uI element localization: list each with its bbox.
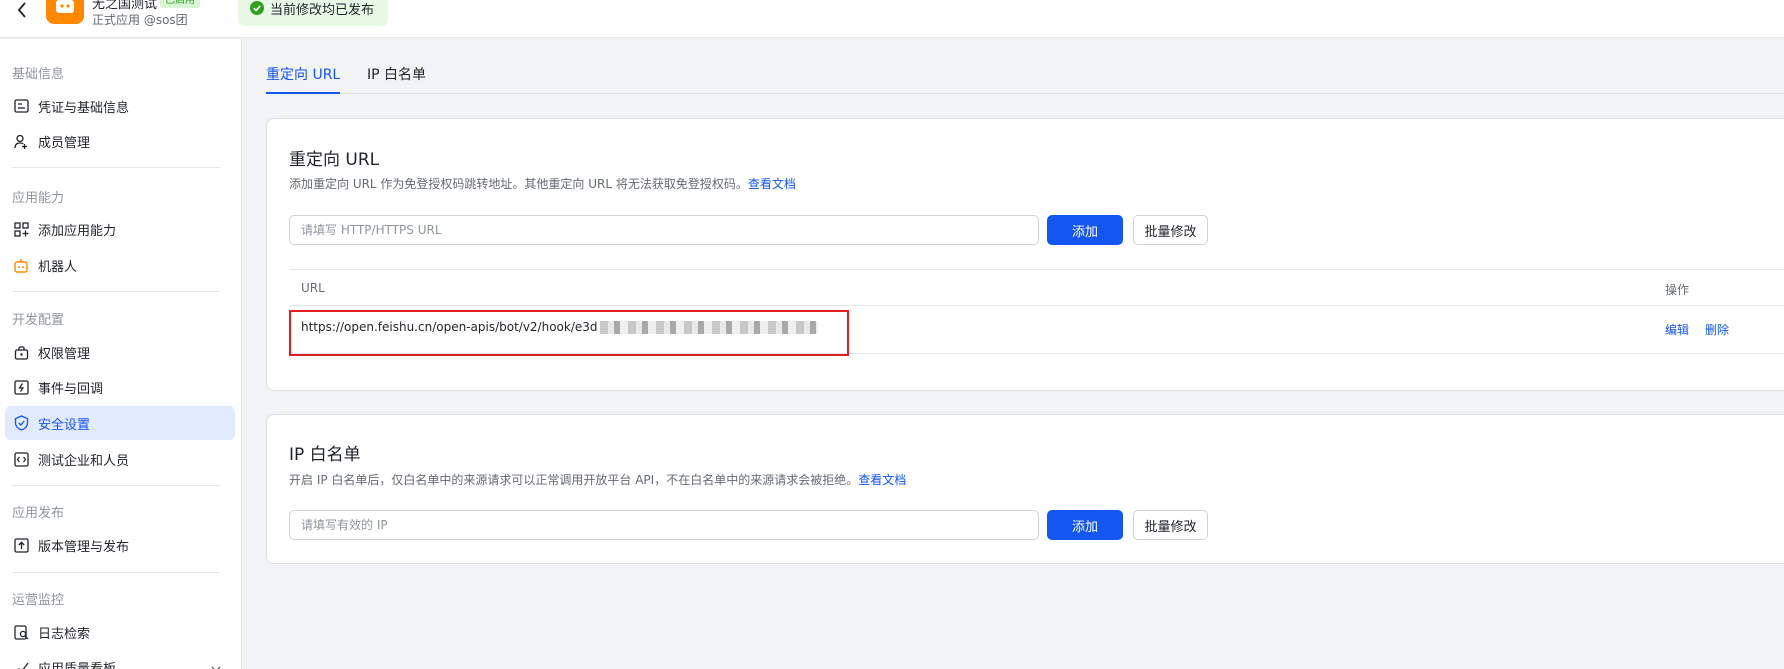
- event-icon: [13, 379, 29, 395]
- sidebar-group-dev-config: 开发配置: [12, 313, 65, 328]
- sidebar-item-log-search[interactable]: 日志检索: [5, 615, 235, 649]
- tab-bar: 重定向 URL IP 白名单: [266, 56, 1784, 94]
- sidebar-item-quality-board[interactable]: 应用质量看板: [5, 650, 235, 669]
- delete-url-link[interactable]: 删除: [1705, 321, 1729, 338]
- sidebar-item-label: 成员管理: [38, 135, 91, 151]
- app-status-badge: 已启用: [160, 0, 200, 8]
- sidebar-divider: [12, 167, 220, 168]
- sidebar-item-label: 应用质量看板: [38, 661, 117, 669]
- ip-input[interactable]: [289, 510, 1039, 540]
- edit-url-link[interactable]: 编辑: [1665, 321, 1689, 338]
- sidebar-item-permissions[interactable]: 权限管理: [5, 335, 235, 369]
- sidebar-item-label: 测试企业和人员: [38, 453, 130, 469]
- redacted-url-segment: [599, 320, 818, 334]
- url-text: https://open.feishu.cn/open-apis/bot/v2/…: [301, 320, 598, 334]
- credential-icon: [13, 98, 29, 114]
- code-icon: [13, 451, 29, 467]
- grid-add-icon: [13, 221, 29, 237]
- publish-status-banner: 当前修改均已发布: [238, 0, 389, 26]
- sidebar-divider: [12, 485, 220, 486]
- top-bar: 无之国测试 已启用 正式应用 @sos团 当前修改均已发布: [0, 0, 1784, 38]
- sidebar-divider: [12, 291, 220, 292]
- shield-icon: [13, 415, 29, 431]
- url-table-header: URL 操作: [289, 269, 1784, 306]
- sidebar-item-label: 机器人: [38, 259, 78, 275]
- sidebar-divider: [12, 572, 220, 573]
- upload-icon: [13, 537, 29, 553]
- redirect-url-input[interactable]: [289, 215, 1039, 245]
- log-search-icon: [13, 624, 29, 640]
- sidebar-group-capabilities: 应用能力: [12, 191, 65, 206]
- batch-edit-ip-button[interactable]: 批量修改: [1133, 510, 1208, 540]
- sidebar-item-robot[interactable]: 机器人: [5, 248, 235, 282]
- publish-status-text: 当前修改均已发布: [270, 2, 375, 18]
- sidebar-item-security[interactable]: 安全设置: [5, 406, 235, 440]
- add-ip-button[interactable]: 添加: [1047, 510, 1123, 540]
- ip-whitelist-description: 开启 IP 白名单后，仅白名单中的来源请求可以正常调用开放平台 API，不在白名…: [289, 471, 906, 488]
- doc-link[interactable]: 查看文档: [748, 177, 796, 191]
- sidebar-item-credentials[interactable]: 凭证与基础信息: [5, 89, 235, 123]
- sidebar-item-label: 事件与回调: [38, 381, 104, 397]
- table-row: https://open.feishu.cn/open-apis/bot/v2/…: [289, 306, 1784, 356]
- app-subtitle: 正式应用 @sos团: [92, 13, 188, 27]
- chart-icon: [13, 659, 29, 669]
- tab-ip-whitelist[interactable]: IP 白名单: [367, 64, 426, 94]
- check-circle-icon: [250, 1, 264, 15]
- url-cell: https://open.feishu.cn/open-apis/bot/v2/…: [301, 320, 818, 334]
- sidebar-item-label: 日志检索: [38, 626, 91, 642]
- lock-icon: [13, 344, 29, 360]
- description-text: 添加重定向 URL 作为免登授权码跳转地址。其他重定向 URL 将无法获取免登授…: [289, 177, 748, 191]
- redirect-url-description: 添加重定向 URL 作为免登授权码跳转地址。其他重定向 URL 将无法获取免登授…: [289, 175, 796, 192]
- batch-edit-redirect-button[interactable]: 批量修改: [1133, 215, 1208, 245]
- tab-redirect-url[interactable]: 重定向 URL: [266, 64, 341, 94]
- column-header-actions: 操作: [1665, 283, 1690, 297]
- sidebar-item-add-capability[interactable]: 添加应用能力: [5, 212, 235, 246]
- sidebar-group-release: 应用发布: [12, 506, 65, 521]
- sidebar-item-events[interactable]: 事件与回调: [5, 370, 235, 404]
- sidebar-item-test-enterprise[interactable]: 测试企业和人员: [5, 442, 235, 476]
- sidebar-item-label: 安全设置: [38, 417, 91, 433]
- sidebar-group-basic: 基础信息: [12, 67, 65, 82]
- app-avatar: [46, 0, 84, 24]
- sidebar-item-label: 权限管理: [38, 346, 91, 362]
- sidebar-item-versions[interactable]: 版本管理与发布: [5, 528, 235, 562]
- sidebar-item-label: 添加应用能力: [38, 223, 117, 239]
- sidebar-item-members[interactable]: 成员管理: [5, 124, 235, 158]
- sidebar: 基础信息 凭证与基础信息 成员管理 应用能力 添加应用能力 机器人 开发配置 权…: [0, 39, 242, 669]
- chevron-down-icon: [211, 662, 221, 669]
- redirect-url-title: 重定向 URL: [289, 150, 380, 170]
- description-text: 开启 IP 白名单后，仅白名单中的来源请求可以正常调用开放平台 API，不在白名…: [289, 473, 859, 487]
- ip-whitelist-title: IP 白名单: [289, 445, 361, 465]
- back-arrow-icon[interactable]: [12, 0, 32, 20]
- member-add-icon: [13, 133, 29, 149]
- robot-icon: [13, 257, 29, 273]
- doc-link[interactable]: 查看文档: [858, 473, 906, 487]
- sidebar-item-label: 凭证与基础信息: [38, 100, 130, 116]
- redirect-url-card: 重定向 URL 添加重定向 URL 作为免登授权码跳转地址。其他重定向 URL …: [266, 118, 1784, 391]
- sidebar-item-label: 版本管理与发布: [38, 539, 130, 555]
- sidebar-group-monitoring: 运营监控: [12, 593, 65, 608]
- ip-whitelist-card: IP 白名单 开启 IP 白名单后，仅白名单中的来源请求可以正常调用开放平台 A…: [266, 414, 1784, 564]
- column-header-url: URL: [301, 281, 325, 295]
- add-redirect-url-button[interactable]: 添加: [1047, 215, 1123, 245]
